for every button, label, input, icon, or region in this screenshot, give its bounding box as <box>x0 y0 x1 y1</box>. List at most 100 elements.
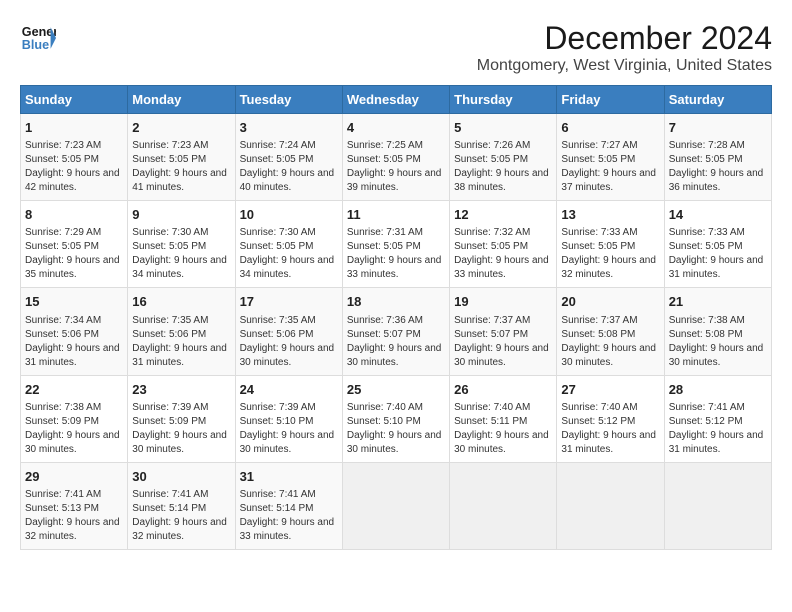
day-number: 1 <box>25 119 123 137</box>
day-info: Sunrise: 7:35 AMSunset: 5:06 PMDaylight:… <box>132 314 230 370</box>
day-info: Sunrise: 7:35 AMSunset: 5:06 PMDaylight:… <box>240 314 338 370</box>
day-number: 21 <box>669 293 767 311</box>
day-number: 31 <box>240 468 338 486</box>
calendar-day-cell <box>450 462 557 549</box>
calendar-header-row: SundayMondayTuesdayWednesdayThursdayFrid… <box>21 86 772 114</box>
logo: General Blue <box>20 20 56 56</box>
calendar-body: 1 Sunrise: 7:23 AMSunset: 5:05 PMDaylight… <box>21 114 772 550</box>
calendar-day-cell <box>664 462 771 549</box>
calendar-day-cell: 26 Sunrise: 7:40 AMSunset: 5:11 PMDayligh… <box>450 375 557 462</box>
calendar-header-cell: Saturday <box>664 86 771 114</box>
day-info: Sunrise: 7:33 AMSunset: 5:05 PMDaylight:… <box>561 226 659 282</box>
calendar-day-cell: 25 Sunrise: 7:40 AMSunset: 5:10 PMDayligh… <box>342 375 449 462</box>
day-info: Sunrise: 7:31 AMSunset: 5:05 PMDaylight:… <box>347 226 445 282</box>
calendar-day-cell: 6 Sunrise: 7:27 AMSunset: 5:05 PMDaylight… <box>557 114 664 201</box>
day-info: Sunrise: 7:28 AMSunset: 5:05 PMDaylight:… <box>669 139 767 195</box>
calendar-header-cell: Wednesday <box>342 86 449 114</box>
calendar-week-row: 8 Sunrise: 7:29 AMSunset: 5:05 PMDaylight… <box>21 201 772 288</box>
calendar-day-cell: 4 Sunrise: 7:25 AMSunset: 5:05 PMDaylight… <box>342 114 449 201</box>
day-info: Sunrise: 7:30 AMSunset: 5:05 PMDaylight:… <box>240 226 338 282</box>
calendar-day-cell: 15Sunrise: 7:34 AMSunset: 5:06 PMDayligh… <box>21 288 128 375</box>
page-subtitle: Montgomery, West Virginia, United States <box>477 57 772 75</box>
calendar-day-cell: 28 Sunrise: 7:41 AMSunset: 5:12 PMDayligh… <box>664 375 771 462</box>
day-number: 22 <box>25 381 123 399</box>
day-number: 27 <box>561 381 659 399</box>
calendar-day-cell: 29 Sunrise: 7:41 AMSunset: 5:13 PMDayligh… <box>21 462 128 549</box>
day-number: 26 <box>454 381 552 399</box>
calendar-header-cell: Sunday <box>21 86 128 114</box>
calendar-day-cell: 20 Sunrise: 7:37 AMSunset: 5:08 PMDayligh… <box>557 288 664 375</box>
day-number: 20 <box>561 293 659 311</box>
calendar-week-row: 15Sunrise: 7:34 AMSunset: 5:06 PMDayligh… <box>21 288 772 375</box>
day-number: 28 <box>669 381 767 399</box>
day-number: 9 <box>132 206 230 224</box>
day-number: 19 <box>454 293 552 311</box>
day-info: Sunrise: 7:25 AMSunset: 5:05 PMDaylight:… <box>347 139 445 195</box>
day-info: Sunrise: 7:39 AMSunset: 5:10 PMDaylight:… <box>240 401 338 457</box>
calendar-day-cell: 10 Sunrise: 7:30 AMSunset: 5:05 PMDayligh… <box>235 201 342 288</box>
calendar-day-cell: 31 Sunrise: 7:41 AMSunset: 5:14 PMDayligh… <box>235 462 342 549</box>
calendar-day-cell: 9Sunrise: 7:30 AMSunset: 5:05 PMDaylight… <box>128 201 235 288</box>
day-info: Sunrise: 7:41 AMSunset: 5:14 PMDaylight:… <box>132 488 230 544</box>
calendar-day-cell: 19Sunrise: 7:37 AMSunset: 5:07 PMDayligh… <box>450 288 557 375</box>
day-info: Sunrise: 7:40 AMSunset: 5:11 PMDaylight:… <box>454 401 552 457</box>
day-number: 25 <box>347 381 445 399</box>
calendar-day-cell: 14 Sunrise: 7:33 AMSunset: 5:05 PMDayligh… <box>664 201 771 288</box>
day-info: Sunrise: 7:38 AMSunset: 5:09 PMDaylight:… <box>25 401 123 457</box>
day-info: Sunrise: 7:23 AMSunset: 5:05 PMDaylight:… <box>25 139 123 195</box>
day-info: Sunrise: 7:39 AMSunset: 5:09 PMDaylight:… <box>132 401 230 457</box>
day-number: 24 <box>240 381 338 399</box>
day-info: Sunrise: 7:36 AMSunset: 5:07 PMDaylight:… <box>347 314 445 370</box>
day-info: Sunrise: 7:29 AMSunset: 5:05 PMDaylight:… <box>25 226 123 282</box>
day-info: Sunrise: 7:32 AMSunset: 5:05 PMDaylight:… <box>454 226 552 282</box>
day-number: 30 <box>132 468 230 486</box>
calendar-header-cell: Monday <box>128 86 235 114</box>
day-number: 10 <box>240 206 338 224</box>
svg-text:Blue: Blue <box>22 38 49 52</box>
day-info: Sunrise: 7:26 AMSunset: 5:05 PMDaylight:… <box>454 139 552 195</box>
day-number: 15 <box>25 293 123 311</box>
day-number: 8 <box>25 206 123 224</box>
calendar-week-row: 1 Sunrise: 7:23 AMSunset: 5:05 PMDaylight… <box>21 114 772 201</box>
calendar-day-cell: 13Sunrise: 7:33 AMSunset: 5:05 PMDayligh… <box>557 201 664 288</box>
day-number: 4 <box>347 119 445 137</box>
calendar-day-cell: 8 Sunrise: 7:29 AMSunset: 5:05 PMDaylight… <box>21 201 128 288</box>
calendar-day-cell: 3 Sunrise: 7:24 AMSunset: 5:05 PMDaylight… <box>235 114 342 201</box>
day-number: 2 <box>132 119 230 137</box>
day-info: Sunrise: 7:41 AMSunset: 5:13 PMDaylight:… <box>25 488 123 544</box>
day-number: 3 <box>240 119 338 137</box>
calendar-day-cell: 16Sunrise: 7:35 AMSunset: 5:06 PMDayligh… <box>128 288 235 375</box>
calendar-day-cell: 2 Sunrise: 7:23 AMSunset: 5:05 PMDaylight… <box>128 114 235 201</box>
day-info: Sunrise: 7:40 AMSunset: 5:10 PMDaylight:… <box>347 401 445 457</box>
calendar-day-cell: 12 Sunrise: 7:32 AMSunset: 5:05 PMDayligh… <box>450 201 557 288</box>
calendar-day-cell <box>342 462 449 549</box>
calendar-day-cell: 5 Sunrise: 7:26 AMSunset: 5:05 PMDaylight… <box>450 114 557 201</box>
calendar-day-cell <box>557 462 664 549</box>
day-number: 12 <box>454 206 552 224</box>
calendar-day-cell: 7 Sunrise: 7:28 AMSunset: 5:05 PMDaylight… <box>664 114 771 201</box>
day-info: Sunrise: 7:24 AMSunset: 5:05 PMDaylight:… <box>240 139 338 195</box>
calendar-day-cell: 11 Sunrise: 7:31 AMSunset: 5:05 PMDayligh… <box>342 201 449 288</box>
calendar-day-cell: 30 Sunrise: 7:41 AMSunset: 5:14 PMDayligh… <box>128 462 235 549</box>
calendar-header-cell: Tuesday <box>235 86 342 114</box>
day-number: 7 <box>669 119 767 137</box>
day-number: 23 <box>132 381 230 399</box>
day-number: 11 <box>347 206 445 224</box>
calendar-day-cell: 17 Sunrise: 7:35 AMSunset: 5:06 PMDayligh… <box>235 288 342 375</box>
day-number: 14 <box>669 206 767 224</box>
day-info: Sunrise: 7:33 AMSunset: 5:05 PMDaylight:… <box>669 226 767 282</box>
day-number: 17 <box>240 293 338 311</box>
calendar-week-row: 22 Sunrise: 7:38 AMSunset: 5:09 PMDayligh… <box>21 375 772 462</box>
day-info: Sunrise: 7:41 AMSunset: 5:14 PMDaylight:… <box>240 488 338 544</box>
day-number: 5 <box>454 119 552 137</box>
calendar-week-row: 29 Sunrise: 7:41 AMSunset: 5:13 PMDayligh… <box>21 462 772 549</box>
calendar-day-cell: 27Sunrise: 7:40 AMSunset: 5:12 PMDayligh… <box>557 375 664 462</box>
day-number: 6 <box>561 119 659 137</box>
day-info: Sunrise: 7:23 AMSunset: 5:05 PMDaylight:… <box>132 139 230 195</box>
calendar-table: SundayMondayTuesdayWednesdayThursdayFrid… <box>20 85 772 550</box>
calendar-header-cell: Thursday <box>450 86 557 114</box>
day-number: 29 <box>25 468 123 486</box>
day-info: Sunrise: 7:37 AMSunset: 5:08 PMDaylight:… <box>561 314 659 370</box>
day-info: Sunrise: 7:27 AMSunset: 5:05 PMDaylight:… <box>561 139 659 195</box>
day-info: Sunrise: 7:41 AMSunset: 5:12 PMDaylight:… <box>669 401 767 457</box>
